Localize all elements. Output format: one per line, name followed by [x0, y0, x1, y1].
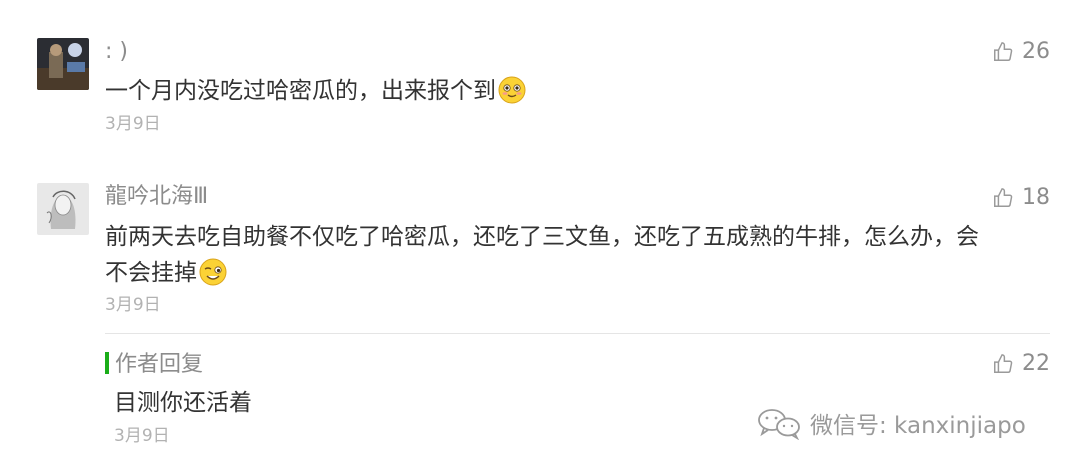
- thumb-up-icon: [994, 354, 1013, 373]
- reply-divider: [105, 333, 1050, 334]
- comment-text: 一个月内没吃过哈密瓜的，出来报个到: [105, 78, 496, 104]
- comment-nickname: : ): [105, 39, 128, 64]
- comment-content: 一个月内没吃过哈密瓜的，出来报个到: [105, 73, 1035, 109]
- like-count: 26: [1022, 39, 1050, 64]
- thumb-up-icon: [994, 188, 1013, 207]
- smile-blush-emoji: [498, 76, 526, 104]
- like-count: 22: [1022, 351, 1050, 376]
- author-label-text: 作者回复: [115, 352, 204, 377]
- comment-text: 不会挂掉: [105, 260, 197, 286]
- avatar[interactable]: [37, 183, 89, 235]
- wechat-icon: [758, 409, 800, 440]
- comment-date: 3月9日: [105, 114, 161, 134]
- wechat-watermark: 微信号: kanxinjiapo: [756, 406, 1026, 440]
- thumb-up-icon: [994, 42, 1013, 61]
- comment-text-line: 不会挂掉: [105, 255, 1035, 291]
- like-button[interactable]: 26: [992, 37, 1050, 67]
- comment-date: 3月9日: [105, 295, 161, 315]
- comment-text-line: 前两天去吃自助餐不仅吃了哈密瓜，还吃了三文鱼，还吃了五成熟的牛排，怎么办，会: [105, 224, 979, 250]
- author-reply-label: 作者回复: [105, 351, 203, 379]
- like-button[interactable]: 22: [992, 349, 1050, 379]
- author-reply-date: 3月9日: [114, 426, 170, 446]
- wink-emoji: [199, 258, 227, 286]
- like-button[interactable]: 18: [992, 183, 1050, 213]
- like-count: 18: [1022, 185, 1050, 210]
- watermark-text: 微信号: kanxinjiapo: [810, 413, 1026, 439]
- avatar[interactable]: [37, 38, 89, 90]
- comment-nickname: 龍吟北海Ⅲ: [105, 184, 209, 209]
- comment-content: 前两天去吃自助餐不仅吃了哈密瓜，还吃了三文鱼，还吃了五成熟的牛排，怎么办，会 不…: [105, 219, 1035, 291]
- author-accent-bar: [105, 352, 109, 374]
